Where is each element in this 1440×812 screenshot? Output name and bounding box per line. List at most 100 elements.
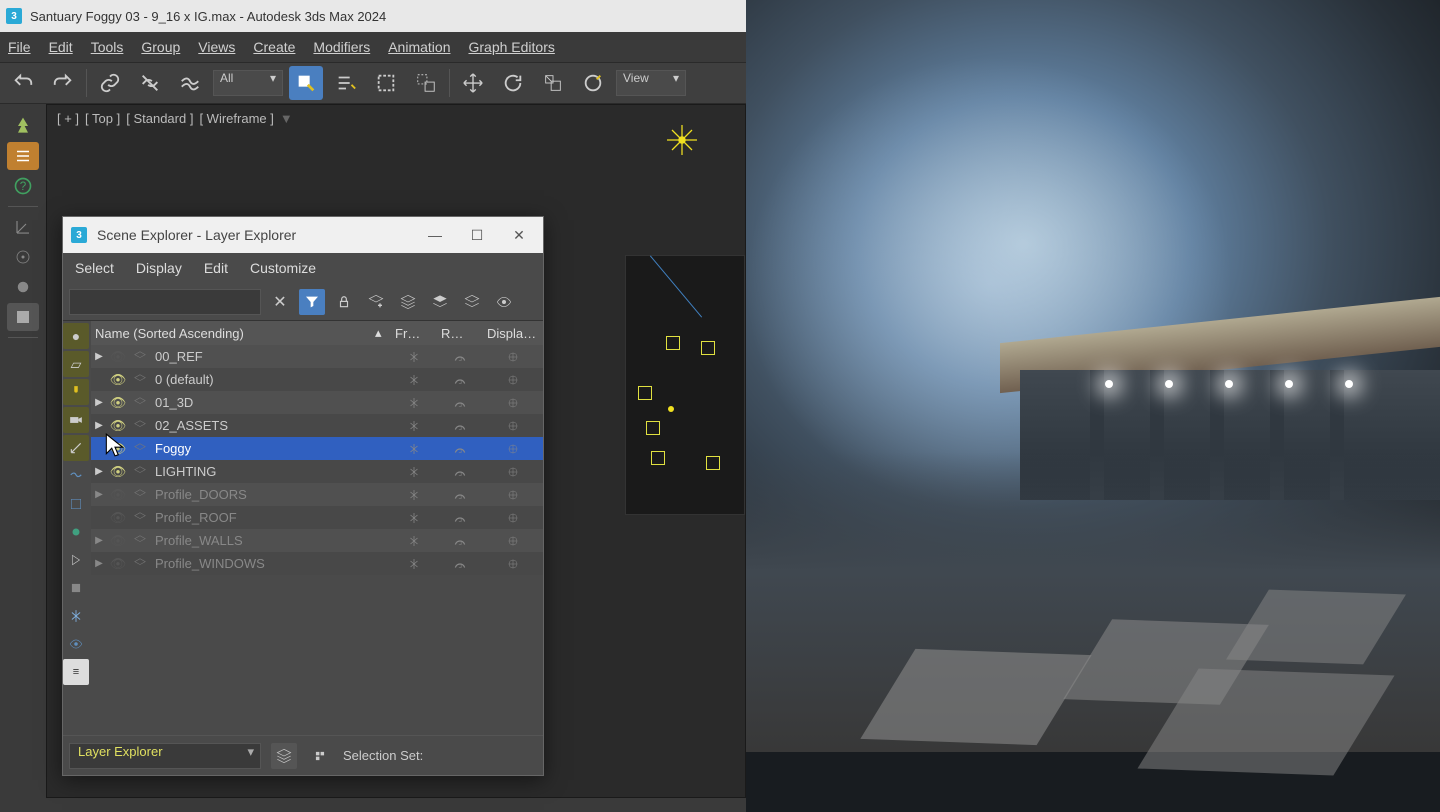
scene-explorer-window[interactable]: 3 Scene Explorer - Layer Explorer — ☐ ✕ … bbox=[62, 216, 544, 776]
wireframe-plan[interactable] bbox=[625, 255, 745, 515]
layers-button-3[interactable] bbox=[459, 289, 485, 315]
table-row[interactable]: ▶👁LIGHTING bbox=[91, 460, 543, 483]
visibility-icon[interactable]: 👁 bbox=[107, 464, 129, 480]
filter-spacewarp-icon[interactable] bbox=[63, 463, 89, 489]
filter-container-icon[interactable] bbox=[63, 575, 89, 601]
light-gizmo-icon[interactable] bbox=[667, 125, 697, 155]
freeze-icon[interactable] bbox=[391, 489, 437, 501]
menu-file[interactable]: File bbox=[8, 39, 31, 55]
clear-search-button[interactable]: ✕ bbox=[267, 289, 293, 315]
filter-frozen-icon[interactable] bbox=[63, 603, 89, 629]
layers-button-2[interactable] bbox=[427, 289, 453, 315]
expand-toggle[interactable]: ▶ bbox=[91, 535, 107, 546]
expand-toggle[interactable]: ▶ bbox=[91, 489, 107, 500]
table-row[interactable]: 👁0 (default) bbox=[91, 368, 543, 391]
select-object-button[interactable] bbox=[289, 66, 323, 100]
display-icon[interactable] bbox=[483, 558, 543, 570]
rotate-button[interactable] bbox=[496, 66, 530, 100]
rail-axis-icon[interactable] bbox=[7, 213, 39, 241]
maximize-button[interactable]: ☐ bbox=[461, 221, 493, 249]
menu-graph-editors[interactable]: Graph Editors bbox=[468, 39, 554, 55]
menu-edit[interactable]: Edit bbox=[49, 39, 73, 55]
lock-button[interactable] bbox=[331, 289, 357, 315]
visibility-icon[interactable]: 👁 bbox=[107, 533, 129, 549]
render-icon[interactable] bbox=[437, 396, 483, 410]
settings-icon[interactable] bbox=[307, 743, 333, 769]
bind-spacewarp-button[interactable] bbox=[173, 66, 207, 100]
display-icon[interactable] bbox=[483, 351, 543, 363]
viewport-maximize-toggle[interactable]: [ + ] bbox=[57, 111, 79, 126]
render-icon[interactable] bbox=[437, 534, 483, 548]
menu-animation[interactable]: Animation bbox=[388, 39, 450, 55]
render-icon[interactable] bbox=[437, 488, 483, 502]
visibility-icon[interactable]: 👁 bbox=[107, 349, 129, 365]
filter-light-icon[interactable] bbox=[63, 379, 89, 405]
table-row[interactable]: ▶👁01_3D bbox=[91, 391, 543, 414]
visibility-icon[interactable]: 👁 bbox=[107, 395, 129, 411]
menu-create[interactable]: Create bbox=[253, 39, 295, 55]
viewport-view-menu[interactable]: [ Top ] bbox=[85, 111, 120, 126]
table-row[interactable]: ▶👁00_REF bbox=[91, 345, 543, 368]
table-row[interactable]: 👁Profile_ROOF bbox=[91, 506, 543, 529]
visibility-icon[interactable]: 👁 bbox=[107, 441, 129, 457]
display-icon[interactable] bbox=[483, 443, 543, 455]
rail-help-icon[interactable]: ? bbox=[7, 172, 39, 200]
col-frozen[interactable]: Fr… bbox=[391, 326, 437, 341]
viewport-shading-menu[interactable]: [ Standard ] bbox=[126, 111, 193, 126]
table-row[interactable]: ▶👁Profile_WALLS bbox=[91, 529, 543, 552]
viewport-filter-icon[interactable]: ▼ bbox=[280, 111, 293, 126]
display-icon[interactable] bbox=[483, 466, 543, 478]
filter-group-icon[interactable] bbox=[63, 491, 89, 517]
freeze-icon[interactable] bbox=[391, 443, 437, 455]
table-row[interactable]: ▶👁Profile_WINDOWS bbox=[91, 552, 543, 575]
visibility-icon[interactable]: 👁 bbox=[107, 372, 129, 388]
close-button[interactable]: ✕ bbox=[503, 221, 535, 249]
freeze-icon[interactable] bbox=[391, 351, 437, 363]
filter-bone-icon[interactable] bbox=[63, 519, 89, 545]
explorer-menu-select[interactable]: Select bbox=[75, 260, 114, 276]
add-layer-button[interactable] bbox=[363, 289, 389, 315]
visibility-icon[interactable]: 👁 bbox=[107, 556, 129, 572]
redo-button[interactable] bbox=[46, 66, 80, 100]
expand-toggle[interactable]: ▶ bbox=[91, 466, 107, 477]
layers-toggle-button[interactable] bbox=[271, 743, 297, 769]
rectangular-select-button[interactable] bbox=[369, 66, 403, 100]
menu-modifiers[interactable]: Modifiers bbox=[313, 39, 370, 55]
filter-shape-icon[interactable] bbox=[63, 547, 89, 573]
render-icon[interactable] bbox=[437, 511, 483, 525]
filter-hidden-icon[interactable] bbox=[63, 631, 89, 657]
rail-tree-icon[interactable] bbox=[7, 112, 39, 140]
display-icon[interactable] bbox=[483, 420, 543, 432]
visibility-icon[interactable]: 👁 bbox=[107, 418, 129, 434]
filter-selection-button[interactable] bbox=[299, 289, 325, 315]
reference-coord-select[interactable]: View bbox=[616, 70, 686, 96]
minimize-button[interactable]: — bbox=[419, 221, 451, 249]
table-header[interactable]: Name (Sorted Ascending) ▴ Fr… R… Displa… bbox=[91, 321, 543, 345]
viewport-label[interactable]: [ + ] [ Top ] [ Standard ] [ Wireframe ]… bbox=[47, 105, 745, 132]
freeze-icon[interactable] bbox=[391, 558, 437, 570]
render-icon[interactable] bbox=[437, 442, 483, 456]
layers-button-1[interactable] bbox=[395, 289, 421, 315]
select-by-name-button[interactable] bbox=[329, 66, 363, 100]
filter-helper-icon[interactable] bbox=[63, 435, 89, 461]
rail-sphere-icon[interactable] bbox=[7, 273, 39, 301]
table-row[interactable]: ▶👁Profile_DOORS bbox=[91, 483, 543, 506]
explorer-menu-edit[interactable]: Edit bbox=[204, 260, 228, 276]
visibility-icon[interactable]: 👁 bbox=[107, 510, 129, 526]
filter-all-icon[interactable]: ● bbox=[63, 323, 89, 349]
filter-geometry-icon[interactable]: ▱ bbox=[63, 351, 89, 377]
filter-text-icon[interactable]: ≡ bbox=[63, 659, 89, 685]
expand-toggle[interactable]: ▶ bbox=[91, 558, 107, 569]
freeze-icon[interactable] bbox=[391, 535, 437, 547]
rail-list-icon[interactable] bbox=[7, 142, 39, 170]
display-icon[interactable] bbox=[483, 397, 543, 409]
filter-camera-icon[interactable] bbox=[63, 407, 89, 433]
menu-tools[interactable]: Tools bbox=[91, 39, 124, 55]
freeze-icon[interactable] bbox=[391, 374, 437, 386]
visibility-icon[interactable]: 👁 bbox=[107, 487, 129, 503]
link-button[interactable] bbox=[93, 66, 127, 100]
display-icon[interactable] bbox=[483, 489, 543, 501]
explorer-menu-display[interactable]: Display bbox=[136, 260, 182, 276]
window-crossing-button[interactable] bbox=[409, 66, 443, 100]
selection-filter-select[interactable]: All bbox=[213, 70, 283, 96]
